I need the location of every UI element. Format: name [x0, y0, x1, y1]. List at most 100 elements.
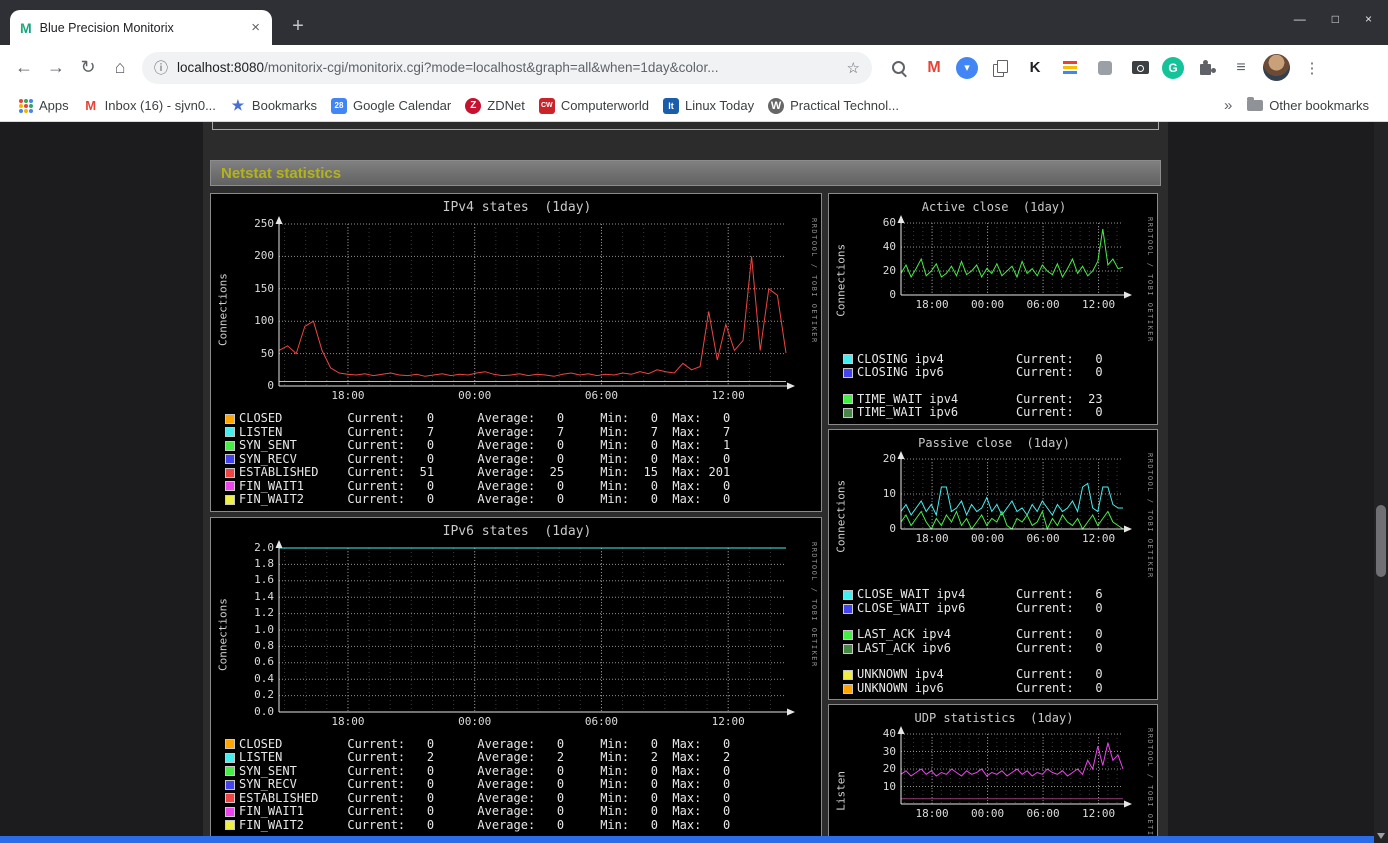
legend-group: CLOSED Current: 0 Average: 0 Min: 0 Max: 0 LISTEN… [225, 411, 819, 507]
ytick-label: 2.0 [254, 540, 274, 554]
graph-title-ipv4: IPv4 states (1day) [442, 200, 592, 215]
legend-color-swatch [843, 630, 853, 641]
home-button[interactable]: ⌂ [104, 52, 136, 84]
bookmarks-overflow-chevron[interactable]: » [1216, 97, 1240, 114]
legend-series-name: TIME_WAIT ipv4 [857, 391, 959, 406]
url-bar[interactable]: ⓘ localhost:8080/monitorix-cgi/monitorix… [142, 51, 872, 84]
reload-button[interactable]: ↻ [72, 52, 104, 84]
bookmark-bookmarks[interactable]: ★ Bookmarks [223, 95, 324, 117]
url-text[interactable]: localhost:8080/monitorix-cgi/monitorix.c… [177, 60, 839, 75]
legend-stat-value: 2 [556, 750, 565, 764]
legend-stat-label: Average: [477, 777, 536, 791]
browser-tab[interactable]: M Blue Precision Monitorix × [10, 10, 272, 45]
plot-ipv6-states[interactable]: 18:00 00:00 06:00 12:00 [275, 539, 796, 728]
ytick-label: 0 [889, 288, 896, 301]
legend-stat-label: Max: [672, 750, 702, 764]
gray-badge-icon[interactable] [1092, 55, 1118, 81]
legend-color-swatch [225, 806, 235, 817]
legend-stat-value: 1 [722, 438, 731, 452]
scrollbar-down-arrow[interactable] [1377, 833, 1385, 839]
monitorix-page: Netstat statistics IPv4 states (1day) Co… [203, 122, 1168, 843]
gmail-icon[interactable]: M [921, 55, 947, 81]
legend-stat-value: 0 [556, 817, 565, 832]
legend-stat-label: Max: [672, 790, 702, 805]
bookmark-linux-today[interactable]: lt Linux Today [656, 95, 761, 117]
legend-color-swatch [225, 427, 235, 438]
plot-udp-statistics[interactable]: 18:00 00:00 06:00 12:00 [897, 726, 1133, 843]
blue-badge-icon[interactable]: ▾ [956, 56, 978, 79]
legend-stat-value: 0 [426, 804, 435, 818]
scrollbar-thumb[interactable] [1376, 505, 1386, 577]
legend-stat-label: Max: [672, 736, 702, 751]
legend-row-closed: CLOSED Current: 0 Average: 0 Min: 0 Max: 0 [225, 736, 819, 752]
bookmark-google-calendar[interactable]: 28 Google Calendar [324, 95, 458, 117]
legend-series-name: CLOSING ipv4 [857, 351, 944, 366]
vertical-scrollbar[interactable] [1374, 122, 1388, 843]
legend-color-swatch [225, 494, 235, 505]
legend-row-listen: LISTEN Current: 2 Average: 2 Min: 2 Max: 2 [225, 750, 819, 765]
puzzle-icon[interactable] [1193, 55, 1219, 81]
grammarly-icon[interactable]: G [1162, 56, 1184, 79]
window-maximize-button[interactable]: □ [1332, 12, 1339, 26]
series-udp-ipv4 [900, 743, 1124, 778]
plot-passive-close[interactable]: 18:00 00:00 06:00 12:00 [897, 450, 1133, 579]
copy-icon[interactable] [987, 55, 1013, 81]
legend-stat-label: Min: [600, 790, 630, 805]
legend-color-swatch [843, 590, 853, 601]
reading-list-icon[interactable]: ≡ [1228, 55, 1254, 81]
bookmark-computerworld[interactable]: CW Computerworld [532, 95, 656, 117]
window-close-button[interactable]: × [1365, 12, 1372, 26]
legend-stat-value: 0 [1095, 365, 1103, 380]
xtick-label: 18:00 [331, 389, 365, 402]
legend-stat-value: 0 [650, 790, 658, 805]
legend-row-close-wait-ipv6: CLOSE_WAIT ipv6 Current: 0 [843, 601, 1155, 616]
bookmark-apps[interactable]: Apps [12, 95, 76, 116]
legend-row-established: ESTABLISHED Current: 51 Average: 25 Min: 15 Max… [225, 465, 819, 480]
camera-icon[interactable] [1127, 55, 1153, 81]
legend-row-time-wait-ipv4: TIME_WAIT ipv4 Current: 23 [843, 391, 1155, 407]
legend-stat-value: 0 [1095, 667, 1103, 682]
legend-stat-label: Max: [672, 763, 702, 778]
bookmark-label: Inbox (16) - sjvn0... [104, 98, 216, 113]
profile-avatar-icon[interactable] [1263, 54, 1290, 81]
graph-title-ipv6: IPv6 states (1day) [442, 523, 592, 539]
legend-stat-value: 0 [556, 736, 565, 751]
page-info-icon[interactable]: ⓘ [154, 58, 168, 78]
legend-stat-label: Average: [477, 763, 536, 778]
legend-series-name: LAST_ACK ipv4 [857, 627, 951, 642]
book-stack-icon[interactable] [1057, 55, 1083, 81]
back-button[interactable]: ← [8, 52, 40, 84]
legend-series-name: FIN_WAIT2 [239, 817, 305, 832]
legend-stat-value: 0 [650, 478, 658, 493]
series-last-ack-ipv4 [900, 509, 1124, 531]
bookmark-practical-technol-[interactable]: W Practical Technol... [761, 95, 906, 117]
legend-stat-value: 23 [1088, 391, 1103, 406]
tab-close-icon[interactable]: × [249, 19, 262, 36]
bookmark-zdnet[interactable]: Z ZDNet [458, 95, 532, 117]
legend-stat-value: 0 [722, 736, 731, 751]
xtick-label: 12:00 [1082, 298, 1116, 311]
bookmark-inbox-16-sjvn0-[interactable]: M Inbox (16) - sjvn0... [76, 95, 223, 117]
forward-button[interactable]: → [40, 52, 72, 84]
legend-stat-label: Current: [1015, 667, 1074, 682]
legend-stat-value: 6 [1095, 587, 1103, 602]
bookmark-label: Apps [39, 98, 69, 113]
other-bookmarks-button[interactable]: Other bookmarks [1240, 95, 1376, 116]
bookmark-label: Computerworld [560, 98, 649, 113]
legend-stat-label: Min: [600, 763, 630, 778]
bookmark-star-icon[interactable]: ☆ [847, 59, 860, 77]
legend-stat-value: 0 [650, 817, 658, 832]
xtick-label: 18:00 [915, 807, 949, 821]
plot-active-close[interactable]: 18:00 00:00 06:00 12:00 [897, 215, 1133, 343]
plot-ipv4-states[interactable]: 18:00 00:00 06:00 12:00 [275, 216, 796, 402]
ytick-label: 0.2 [254, 688, 274, 702]
window-minimize-button[interactable]: — [1294, 12, 1306, 26]
section-header: Netstat statistics [210, 160, 1161, 186]
browser-toolbar: ← → ↻ ⌂ ⓘ localhost:8080/monitorix-cgi/m… [0, 45, 1388, 90]
k-badge-icon[interactable]: K [1022, 55, 1048, 81]
magnifier-icon[interactable] [886, 55, 912, 81]
ytick-label: 0.0 [254, 704, 274, 718]
legend-series-name: ESTABLISHED [239, 790, 319, 805]
new-tab-button[interactable]: + [284, 12, 312, 40]
kebab-menu-icon[interactable]: ⋮ [1299, 55, 1325, 81]
